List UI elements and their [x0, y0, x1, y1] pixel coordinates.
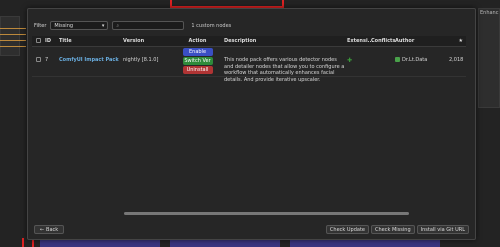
action-buttons: Enable Switch Ver Uninstall	[175, 48, 220, 74]
canvas-node	[40, 239, 160, 247]
canvas-node	[290, 239, 440, 247]
canvas-group-outline	[170, 0, 284, 8]
node-title-link[interactable]: ComfyUI Impact Pack	[59, 57, 119, 63]
node-version: nightly [8.1.0]	[123, 57, 159, 63]
check-update-button[interactable]: Check Update	[325, 225, 369, 234]
column-header-author[interactable]: Author	[395, 38, 449, 44]
uninstall-button[interactable]: Uninstall	[182, 66, 213, 74]
column-header-id[interactable]: ID	[45, 38, 59, 44]
column-header-conflicts[interactable]: Conflicts	[371, 38, 395, 44]
column-header-action[interactable]: Action	[175, 38, 220, 44]
row-checkbox[interactable]	[36, 57, 41, 62]
enable-button[interactable]: Enable	[182, 48, 213, 56]
nodes-table: ID Title Version Action Description Exte…	[32, 36, 466, 83]
search-input[interactable]: ⌕	[112, 21, 185, 30]
switch-version-button[interactable]: Switch Ver	[182, 57, 213, 65]
filter-select[interactable]: Missing ▾	[50, 21, 109, 30]
canvas-wire	[0, 40, 26, 41]
node-stars: 2,018	[449, 57, 464, 63]
check-missing-button[interactable]: Check Missing	[371, 225, 415, 234]
node-count: 1 custom nodes	[191, 22, 232, 29]
row-id: 7	[45, 57, 49, 63]
canvas-node	[170, 239, 280, 247]
back-label: Back	[46, 226, 59, 233]
column-header-title[interactable]: Title	[59, 38, 123, 44]
back-button[interactable]: ← Back	[34, 225, 64, 234]
verified-icon	[395, 57, 400, 62]
arrow-left-icon: ←	[39, 226, 45, 233]
puzzle-icon[interactable]: ✚	[347, 57, 352, 64]
filter-bar: Filter Missing ▾ ⌕ 1 custom nodes	[34, 21, 231, 30]
install-git-url-button[interactable]: Install via Git URL	[416, 225, 469, 234]
canvas-wire	[0, 46, 26, 47]
canvas-wire	[0, 28, 26, 29]
horizontal-scrollbar[interactable]	[124, 212, 409, 215]
footer-actions: Check Update Check Missing Install via G…	[325, 225, 469, 234]
table-header: ID Title Version Action Description Exte…	[32, 36, 466, 47]
table-row: 7 ComfyUI Impact Pack nightly [8.1.0] En…	[32, 47, 466, 83]
filter-label: Filter	[34, 22, 47, 29]
column-header-stars[interactable]: ★	[449, 38, 463, 44]
node-author: Dr.Lt.Data	[402, 57, 428, 63]
custom-nodes-manager-dialog: Filter Missing ▾ ⌕ 1 custom nodes ID Tit…	[27, 8, 476, 240]
search-icon: ⌕	[116, 22, 120, 29]
canvas-node	[0, 16, 20, 56]
filter-selected-value: Missing	[54, 22, 74, 29]
column-header-extensions[interactable]: Extensi...	[347, 38, 373, 44]
column-header-description[interactable]: Description	[220, 38, 347, 45]
canvas-node-label: Enhanc	[480, 10, 499, 16]
canvas-wire	[0, 34, 26, 35]
canvas-node	[478, 8, 500, 108]
select-all-checkbox[interactable]	[36, 37, 41, 43]
column-header-version[interactable]: Version	[123, 38, 175, 44]
chevron-down-icon: ▾	[101, 22, 105, 29]
node-description: This node pack offers various detector n…	[224, 57, 345, 83]
